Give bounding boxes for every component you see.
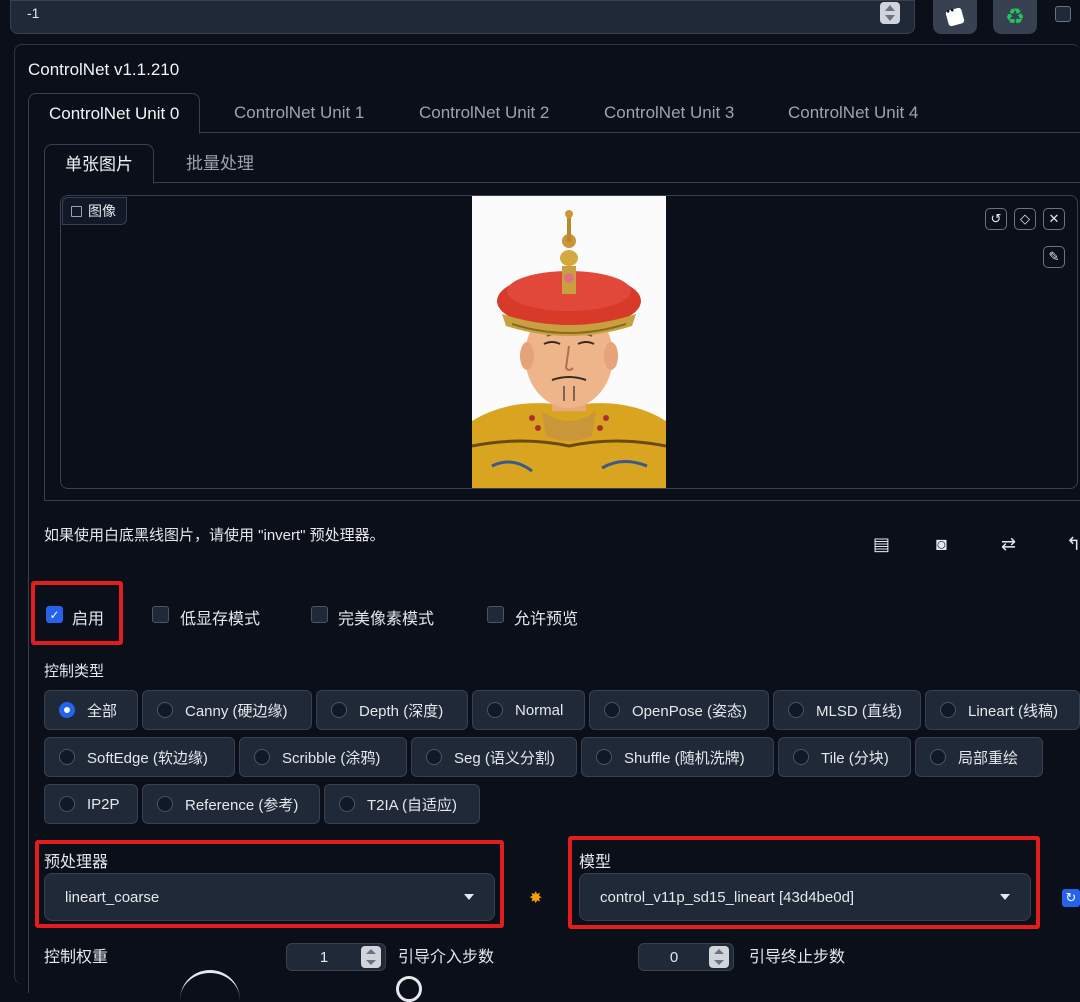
tab-single-image[interactable]: 单张图片 [44,144,154,184]
refresh-models-button[interactable]: ↻ [1062,889,1080,907]
allow-preview-label: 允许预览 [514,611,579,628]
random-seed-button[interactable] [933,0,977,34]
tab-unit-2[interactable]: ControlNet Unit 2 [399,93,569,133]
swap-icon[interactable]: ⇄ [1001,534,1016,555]
radio-icon [596,749,612,765]
invert-hint: 如果使用白底黑线图片，请使用 "invert" 预处理器。 [44,527,385,544]
control-weight-input[interactable]: 1 [286,943,386,971]
preprocessor-value: lineart_coarse [65,888,160,906]
start-step-stepper[interactable] [709,946,729,968]
radio-icon [157,702,173,718]
enable-label: 启用 [72,611,105,628]
start-step-value: 0 [669,948,679,966]
seed-input[interactable]: -1 [10,0,915,34]
brush-button[interactable]: ✎ [1043,246,1065,268]
control-type-openpose[interactable]: OpenPose (姿态) [589,690,769,730]
control-type-tile[interactable]: Tile (分块) [778,737,911,777]
allow-preview-checkbox[interactable] [487,606,504,623]
control-type-label: 控制类型 [44,663,105,680]
image-icon [71,205,82,217]
control-weight-label: 控制权重 [44,949,109,966]
start-step-slider-handle[interactable] [396,976,422,1002]
radio-icon [604,702,620,718]
control-type-shuffle[interactable]: Shuffle (随机洗牌) [581,737,774,777]
undo-icon: ↺ [990,211,1002,226]
image-label: 图像 [62,197,127,225]
seed-stepper[interactable] [880,2,900,24]
unit-tabs: ControlNet Unit 0 ControlNet Unit 1 Cont… [28,93,1080,134]
input-mode-tabs: 单张图片 批量处理 [44,144,1080,184]
brush-icon: ✎ [1048,249,1060,264]
start-step-label: 引导介入步数 [398,949,495,966]
control-type-normal[interactable]: Normal [472,690,585,730]
control-type-all[interactable]: 全部 [44,690,138,730]
recycle-icon: ♻ [1005,4,1025,29]
tab-unit-0[interactable]: ControlNet Unit 0 [28,93,201,134]
radio-icon [930,749,946,765]
run-preprocessor-icon[interactable]: ✸ [529,888,542,908]
radio-icon [788,702,804,718]
controlnet-title: ControlNet v1.1.210 [28,60,180,79]
control-type-lineart[interactable]: Lineart (线稿) [925,690,1080,730]
chevron-down-icon [464,894,474,900]
tab-unit-1[interactable]: ControlNet Unit 1 [214,93,384,133]
radio-icon [157,796,173,812]
radio-icon [59,749,75,765]
extra-seed-checkbox[interactable] [1055,6,1071,22]
tab-unit-4[interactable]: ControlNet Unit 4 [768,93,938,133]
control-type-depth[interactable]: Depth (深度) [316,690,468,730]
chevron-down-icon [1000,894,1010,900]
pixel-perfect-label: 完美像素模式 [338,611,435,628]
low-vram-label: 低显存模式 [180,611,261,628]
enable-checkbox[interactable]: ✓ [46,606,63,623]
new-canvas-icon[interactable]: ▤ [873,534,890,555]
radio-icon [331,702,347,718]
seed-value: -1 [27,5,40,21]
preprocessor-label: 预处理器 [44,854,109,871]
send-dimensions-icon[interactable]: ↰ [1066,534,1080,555]
dice-icon [945,7,965,27]
control-weight-stepper[interactable] [361,946,381,968]
end-step-label: 引导终止步数 [749,949,846,966]
radio-selected-icon [59,702,75,718]
image-label-text: 图像 [88,203,116,219]
control-type-mlsd[interactable]: MLSD (直线) [773,690,921,730]
radio-icon [793,749,809,765]
tab-unit-3[interactable]: ControlNet Unit 3 [584,93,754,133]
radio-icon [940,702,956,718]
model-label: 模型 [579,854,612,871]
pixel-perfect-checkbox[interactable] [311,606,328,623]
radio-icon [254,749,270,765]
control-type-softedge[interactable]: SoftEdge (软边缘) [44,737,235,777]
low-vram-checkbox[interactable] [152,606,169,623]
control-weight-value: 1 [319,948,329,966]
radio-icon [426,749,442,765]
radio-icon [487,702,503,718]
control-type-reference[interactable]: Reference (参考) [142,784,320,824]
reuse-seed-button[interactable]: ♻ [993,0,1037,34]
start-step-input[interactable]: 0 [638,943,734,971]
control-type-inpaint[interactable]: 局部重绘 [915,737,1043,777]
undo-button[interactable]: ↺ [985,208,1007,230]
radio-icon [59,796,75,812]
model-dropdown[interactable]: control_v11p_sd15_lineart [43d4be0d] [579,873,1031,921]
eraser-button[interactable]: ◇ [1014,208,1036,230]
eraser-icon: ◇ [1020,211,1030,226]
control-type-ip2p[interactable]: IP2P [44,784,138,824]
refresh-icon: ↻ [1065,890,1077,905]
model-value: control_v11p_sd15_lineart [43d4be0d] [600,888,855,906]
control-type-t2ia[interactable]: T2IA (自适应) [324,784,480,824]
camera-icon[interactable]: ◙ [936,534,947,555]
radio-icon [339,796,355,812]
close-icon: ✕ [1048,211,1060,226]
tab-batch[interactable]: 批量处理 [166,144,274,183]
control-type-canny[interactable]: Canny (硬边缘) [142,690,312,730]
uploaded-image [472,196,666,488]
preprocessor-dropdown[interactable]: lineart_coarse [44,873,495,921]
clear-image-button[interactable]: ✕ [1043,208,1065,230]
control-type-seg[interactable]: Seg (语义分割) [411,737,577,777]
control-type-scribble[interactable]: Scribble (涂鸦) [239,737,407,777]
